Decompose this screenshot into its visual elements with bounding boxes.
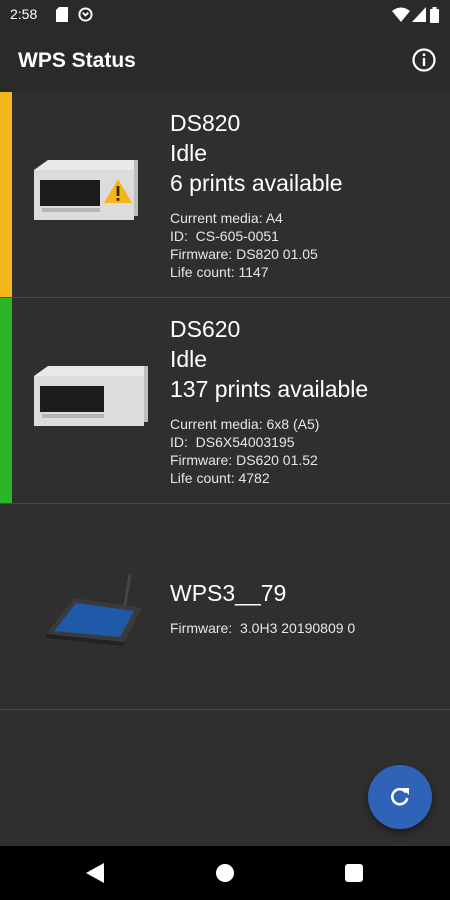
app-title: WPS Status bbox=[18, 49, 136, 72]
device-name: DS820 bbox=[170, 110, 241, 136]
device-name: DS620 bbox=[170, 316, 241, 342]
prints-available: 6 prints available bbox=[170, 170, 343, 196]
status-stripe bbox=[0, 298, 12, 504]
device-card-wps[interactable]: WPS3__79 Firmware: 3.0H3 20190809 0 bbox=[0, 504, 450, 710]
refresh-icon bbox=[391, 787, 409, 806]
info-icon[interactable] bbox=[410, 46, 438, 74]
divider bbox=[0, 709, 450, 710]
firmware: Firmware: DS620 01.52 bbox=[170, 452, 318, 468]
device-list: DS820 Idle 6 prints available Current me… bbox=[0, 92, 450, 846]
firmware: Firmware: DS820 01.05 bbox=[170, 246, 318, 262]
recents-icon[interactable] bbox=[345, 864, 363, 882]
firmware: Firmware: 3.0H3 20190809 0 bbox=[170, 620, 356, 636]
sync-icon bbox=[78, 7, 93, 22]
wps-device-icon bbox=[46, 573, 142, 646]
status-time: 2:58 bbox=[10, 6, 38, 22]
printer-icon bbox=[34, 366, 148, 426]
sd-card-icon bbox=[56, 7, 68, 22]
signal-icon bbox=[412, 7, 426, 22]
status-stripe bbox=[0, 92, 12, 298]
app-bar: WPS Status bbox=[0, 30, 450, 92]
device-state: Idle bbox=[170, 140, 208, 166]
wifi-icon bbox=[392, 7, 410, 22]
device-card-ds620[interactable]: DS620 Idle 137 prints available Current … bbox=[0, 298, 450, 504]
life-count: Life count: 1147 bbox=[170, 264, 269, 280]
status-bar: 2:58 bbox=[0, 0, 450, 30]
device-state: Idle bbox=[170, 346, 208, 372]
current-media: Current media: A4 bbox=[170, 210, 283, 226]
life-count: Life count: 4782 bbox=[170, 470, 270, 486]
device-id: ID: DS6X54003195 bbox=[170, 434, 295, 450]
prints-available: 137 prints available bbox=[170, 376, 369, 402]
refresh-button[interactable] bbox=[368, 765, 432, 829]
device-card-ds820[interactable]: DS820 Idle 6 prints available Current me… bbox=[0, 92, 450, 298]
device-name: WPS3__79 bbox=[170, 580, 287, 606]
home-icon[interactable] bbox=[216, 864, 234, 882]
warning-icon bbox=[104, 179, 132, 203]
battery-icon bbox=[430, 7, 439, 23]
current-media: Current media: 6x8 (A5) bbox=[170, 416, 320, 432]
back-icon[interactable] bbox=[86, 863, 104, 883]
nav-bar bbox=[0, 846, 450, 900]
device-id: ID: CS-605-0051 bbox=[170, 228, 279, 244]
